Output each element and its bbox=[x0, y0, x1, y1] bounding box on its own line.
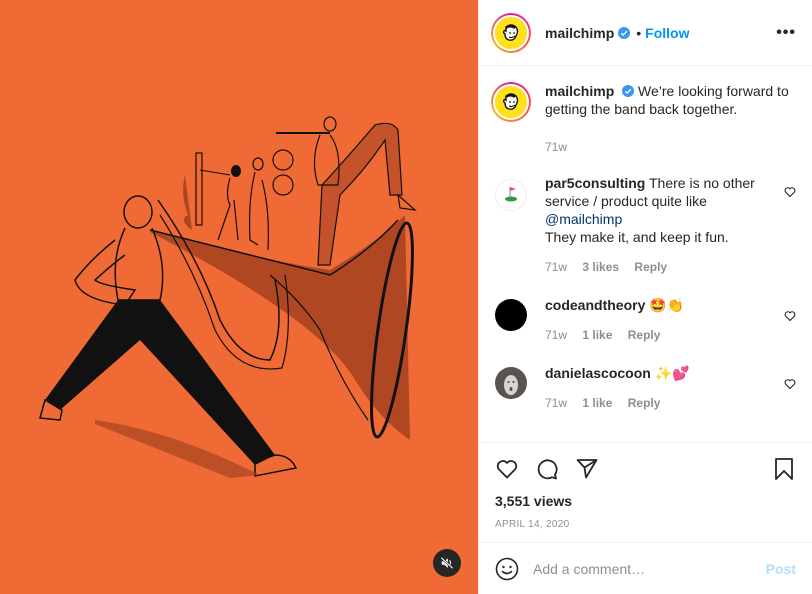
add-comment-bar: Post bbox=[479, 542, 812, 594]
post-date[interactable]: APRIL 14, 2020 bbox=[495, 519, 796, 530]
reply-button[interactable]: Reply bbox=[634, 260, 667, 274]
comment-text: 🤩👏 bbox=[649, 297, 685, 313]
commenter-avatar[interactable] bbox=[495, 179, 527, 211]
golf-flag-logo-icon bbox=[505, 187, 517, 202]
reply-button[interactable]: Reply bbox=[628, 396, 661, 410]
view-count[interactable]: 3,551 views bbox=[495, 493, 796, 509]
commenter-avatar[interactable] bbox=[495, 367, 527, 399]
separator-dot: • bbox=[636, 24, 642, 41]
mailchimp-logo-icon bbox=[495, 16, 527, 49]
like-button[interactable] bbox=[495, 457, 519, 481]
caption-avatar[interactable] bbox=[491, 82, 531, 122]
comments-list[interactable]: mailchimp We’re looking forward to getti… bbox=[479, 66, 812, 442]
share-button[interactable] bbox=[575, 457, 599, 481]
comment-item: par5consulting There is no other service… bbox=[491, 174, 796, 276]
post-header: mailchimp • Follow ••• bbox=[479, 0, 812, 66]
commenter-avatar[interactable] bbox=[495, 299, 527, 331]
speech-bubble-icon bbox=[537, 459, 558, 480]
comment-likes[interactable]: 1 like bbox=[582, 396, 612, 410]
emoji-smiley-icon[interactable] bbox=[495, 557, 519, 581]
caption-time[interactable]: 71w bbox=[545, 140, 567, 154]
caption-username[interactable]: mailchimp bbox=[545, 83, 614, 99]
mute-toggle-button[interactable] bbox=[433, 549, 461, 577]
follow-button[interactable]: Follow bbox=[645, 25, 689, 41]
comment-likes[interactable]: 1 like bbox=[582, 328, 612, 342]
paper-plane-icon bbox=[576, 459, 598, 479]
commenter-username[interactable]: par5consulting bbox=[545, 175, 645, 191]
mailchimp-logo-icon bbox=[495, 86, 527, 118]
add-comment-input[interactable] bbox=[533, 560, 766, 577]
heart-icon bbox=[496, 460, 518, 479]
author-avatar[interactable] bbox=[491, 12, 531, 53]
like-comment-heart-icon[interactable] bbox=[784, 310, 796, 322]
comment-time[interactable]: 71w bbox=[545, 328, 567, 342]
comment-item: codeandtheory 🤩👏 71w 1 like Reply bbox=[491, 294, 796, 344]
comment-text-continued: They make it, and keep it fun. bbox=[545, 229, 729, 245]
comment-item: danielascocoon ✨💕 71w 1 like Reply bbox=[491, 362, 796, 412]
post-media[interactable] bbox=[0, 0, 478, 594]
post-caption: mailchimp We’re looking forward to getti… bbox=[491, 82, 796, 156]
verified-badge-icon bbox=[622, 85, 635, 97]
post-actions: 3,551 views APRIL 14, 2020 bbox=[479, 442, 812, 542]
band-illustration bbox=[39, 116, 417, 478]
verified-badge-icon bbox=[618, 26, 631, 39]
comment-time[interactable]: 71w bbox=[545, 396, 567, 410]
comment-text: ✨💕 bbox=[654, 365, 690, 381]
commenter-username[interactable]: codeandtheory bbox=[545, 297, 645, 313]
reply-button[interactable]: Reply bbox=[628, 328, 661, 342]
comment-button[interactable] bbox=[535, 457, 559, 481]
more-options-button[interactable]: ••• bbox=[776, 24, 796, 42]
save-button[interactable] bbox=[772, 457, 796, 481]
post-sidebar: mailchimp • Follow ••• mailchimp We’re l… bbox=[478, 0, 812, 594]
author-username[interactable]: mailchimp bbox=[545, 25, 614, 41]
speaker-muted-icon bbox=[440, 556, 454, 570]
portrait-avatar-icon bbox=[504, 375, 518, 395]
commenter-username[interactable]: danielascocoon bbox=[545, 365, 651, 381]
post-comment-button[interactable]: Post bbox=[766, 561, 796, 577]
bookmark-icon bbox=[775, 458, 793, 480]
like-comment-heart-icon[interactable] bbox=[784, 186, 796, 198]
like-comment-heart-icon[interactable] bbox=[784, 378, 796, 390]
mention-link[interactable]: @mailchimp bbox=[545, 211, 622, 227]
comment-likes[interactable]: 3 likes bbox=[582, 260, 619, 274]
comment-time[interactable]: 71w bbox=[545, 260, 567, 274]
post-viewer: mailchimp • Follow ••• mailchimp We’re l… bbox=[0, 0, 812, 594]
